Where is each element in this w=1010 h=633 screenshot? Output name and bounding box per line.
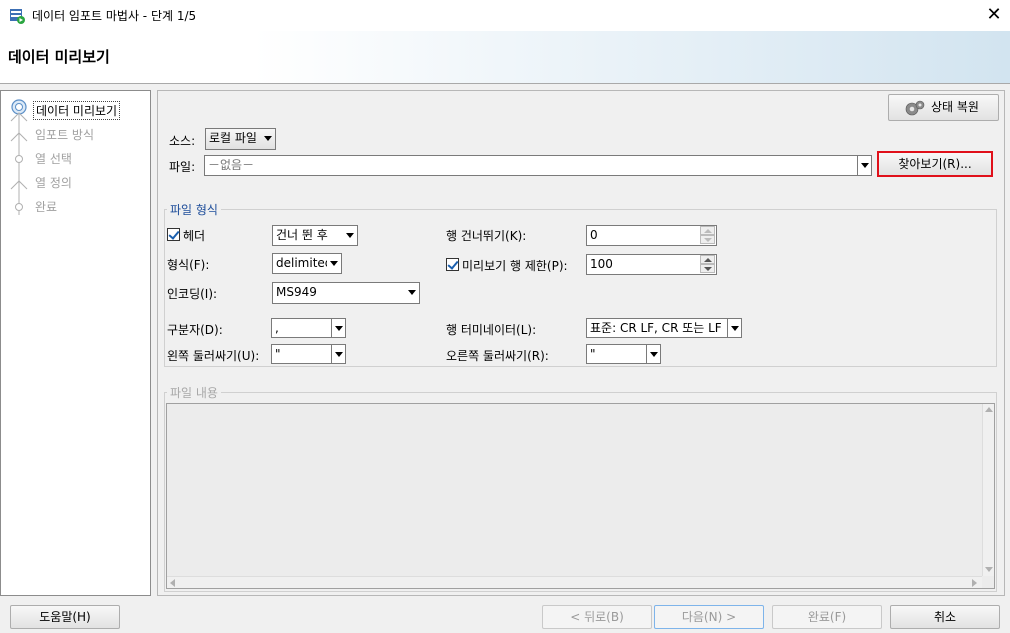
preview-limit-checkbox[interactable]: [446, 258, 459, 271]
browse-button[interactable]: 찾아보기(R)...: [877, 151, 993, 177]
step-label: 임포트 방식: [35, 128, 95, 142]
chevron-down-icon: [405, 283, 419, 302]
file-label: 파일:: [169, 160, 196, 174]
left-enclosure-label: 왼쪽 둘러싸기(U):: [167, 349, 260, 363]
skip-rows-value: 0: [590, 228, 598, 242]
file-format-title: 파일 형식: [167, 201, 221, 218]
spin-up-icon[interactable]: [700, 226, 715, 235]
finish-button[interactable]: 완료(F): [772, 605, 882, 629]
spin-down-icon[interactable]: [700, 235, 715, 244]
scroll-right-icon[interactable]: [972, 579, 977, 587]
title-bar: 데이터 임포트 마법사 - 단계 1/5 ✕: [0, 0, 1010, 31]
preview-limit-value: 100: [590, 257, 613, 271]
finish-label: 완료(F): [807, 610, 847, 624]
right-enclosure-combo[interactable]: ": [586, 344, 661, 364]
chevron-down-icon[interactable]: [331, 319, 345, 337]
step-finish[interactable]: 완료: [1, 195, 151, 219]
help-label: 도움말(H): [39, 610, 91, 624]
line-terminator-label: 행 터미네이터(L):: [446, 323, 537, 337]
left-enclosure-combo[interactable]: ": [271, 344, 346, 364]
chevron-down-icon[interactable]: [646, 345, 660, 363]
chevron-down-icon[interactable]: [331, 345, 345, 363]
chevron-down-icon[interactable]: [857, 156, 871, 175]
window-title: 데이터 임포트 마법사 - 단계 1/5: [32, 9, 197, 23]
format-select[interactable]: delimited: [272, 253, 342, 274]
line-terminator-value: 표준: CR LF, CR 또는 LF: [590, 321, 722, 335]
delimiter-value: ,: [275, 321, 279, 335]
format-label: 형식(F):: [167, 258, 210, 272]
source-value: 로컬 파일: [209, 131, 257, 145]
chevron-down-icon: [343, 226, 357, 245]
left-enclosure-value: ": [275, 347, 281, 361]
next-label: 다음(N) >: [681, 610, 737, 624]
restore-state-button[interactable]: 상태 복원: [888, 94, 999, 121]
file-path-combo[interactable]: －없음－: [204, 155, 872, 176]
scroll-left-icon[interactable]: [170, 579, 175, 587]
step-label: 데이터 미리보기: [33, 101, 121, 120]
cancel-button[interactable]: 취소: [890, 605, 1000, 629]
browse-label: 찾아보기(R)...: [898, 157, 972, 171]
cancel-label: 취소: [933, 610, 957, 624]
file-path-value: －없음－: [208, 158, 255, 172]
vertical-scrollbar[interactable]: [982, 404, 994, 576]
header-select-value: 건너 뛴 후: [276, 228, 328, 242]
step-data-preview[interactable]: 데이터 미리보기: [1, 99, 151, 123]
delimiter-label: 구분자(D):: [167, 323, 223, 337]
back-label: < 뒤로(B): [570, 610, 624, 624]
header-label: 헤더: [183, 229, 206, 243]
gear-icon: [905, 100, 925, 116]
file-content-preview[interactable]: [166, 403, 995, 589]
encoding-select-value: MS949: [276, 285, 317, 299]
right-enclosure-label: 오른쪽 둘러싸기(R):: [446, 349, 549, 363]
close-icon[interactable]: ✕: [982, 3, 1006, 27]
help-button[interactable]: 도움말(H): [10, 605, 120, 629]
back-button[interactable]: < 뒤로(B): [542, 605, 652, 629]
spin-down-icon[interactable]: [700, 264, 715, 273]
file-content-title: 파일 내용: [167, 384, 221, 401]
chevron-down-icon[interactable]: [727, 319, 741, 337]
source-label: 소스:: [169, 134, 196, 148]
skip-rows-label: 행 건너뛰기(K):: [446, 229, 527, 243]
step-label: 열 선택: [35, 152, 72, 166]
step-label: 완료: [35, 200, 58, 214]
delimiter-combo[interactable]: ,: [271, 318, 346, 338]
format-select-value: delimited: [276, 256, 333, 270]
source-select[interactable]: 로컬 파일: [205, 128, 276, 150]
page-title: 데이터 미리보기: [8, 48, 110, 66]
scroll-up-icon[interactable]: [985, 407, 993, 412]
header-select[interactable]: 건너 뛴 후: [272, 225, 358, 246]
header-checkbox[interactable]: [167, 228, 180, 241]
next-button[interactable]: 다음(N) >: [654, 605, 764, 629]
step-column-define[interactable]: 열 정의: [1, 171, 151, 195]
right-enclosure-value: ": [590, 347, 596, 361]
step-import-method[interactable]: 임포트 방식: [1, 123, 151, 147]
restore-state-label: 상태 복원: [931, 100, 979, 114]
line-terminator-combo[interactable]: 표준: CR LF, CR 또는 LF: [586, 318, 742, 338]
preview-limit-label: 미리보기 행 제한(P):: [462, 259, 568, 273]
step-column-select[interactable]: 열 선택: [1, 147, 151, 171]
chevron-down-icon: [327, 254, 341, 273]
spin-up-icon[interactable]: [700, 255, 715, 264]
encoding-label: 인코딩(I):: [167, 287, 218, 301]
step-label: 열 정의: [35, 176, 72, 190]
scroll-down-icon[interactable]: [985, 567, 993, 572]
skip-rows-spinner[interactable]: 0: [586, 225, 717, 246]
encoding-select[interactable]: MS949: [272, 282, 420, 304]
preview-limit-spinner[interactable]: 100: [586, 254, 717, 275]
app-icon: [10, 9, 25, 24]
chevron-down-icon: [261, 129, 275, 148]
header-banner: 데이터 미리보기: [0, 31, 1010, 84]
horizontal-scrollbar[interactable]: [167, 576, 982, 588]
steps-panel: 데이터 미리보기 임포트 방식 열 선택 열 정의 완료: [0, 90, 151, 596]
